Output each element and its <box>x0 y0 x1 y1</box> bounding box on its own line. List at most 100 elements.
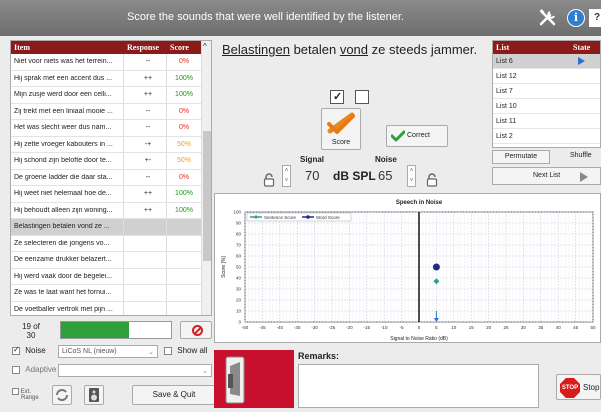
noise-select[interactable]: LiCoS NL (nieuw) ⌄ <box>58 345 158 358</box>
row-response: -- <box>145 107 151 115</box>
table-row[interactable]: Ze was te laat want het fornui... <box>11 285 211 302</box>
stop-button[interactable]: STOP Stop <box>556 374 601 400</box>
row-item: Hij sprak met een accent dus ... <box>14 74 113 82</box>
sentence-rows: Niet voor niets was het terrein... -- 0% Hi… <box>11 54 211 315</box>
table-row[interactable]: Ze selecteren die jongens vo... <box>11 235 211 252</box>
next-list-button[interactable]: Next List <box>492 167 601 185</box>
adaptive-label: Adaptive <box>25 365 57 374</box>
x-tick-label: -50 <box>242 325 249 330</box>
level-unit: dB SPL <box>333 169 376 183</box>
next-list-label: Next List <box>533 172 561 179</box>
column-header-item[interactable]: Item <box>14 43 30 52</box>
row-item: Hij werd vaak door de begelei... <box>14 272 113 280</box>
x-axis-label: Signal to Noise Ratio (dB) <box>390 336 448 342</box>
refresh-icon <box>56 389 68 401</box>
ext-range-checkbox[interactable] <box>12 388 19 395</box>
table-row[interactable]: Zij trekt met een liniaal mooie ... -- 0% <box>11 103 211 120</box>
noise-row: Noise <box>12 345 46 360</box>
sentence-keyword-1[interactable]: Belastingen <box>222 42 290 57</box>
table-row[interactable]: Belastingen betalen vond ze ... <box>11 219 211 236</box>
play-icon <box>580 172 588 182</box>
chart-title: Speech in Noise <box>396 200 443 206</box>
info-icon[interactable]: i <box>567 9 585 27</box>
scrollbar-thumb[interactable] <box>203 131 211 261</box>
row-response: ++ <box>143 206 153 214</box>
shuffle-label[interactable]: Shuffle <box>570 152 592 159</box>
signal-lock-icon[interactable] <box>262 173 276 187</box>
noise-stepper[interactable]: ˄ ˅ <box>407 165 416 187</box>
table-row[interactable]: Het was slecht weer dus nam... -- 0% <box>11 120 211 137</box>
noise-level-label: Noise <box>375 155 397 164</box>
table-row[interactable]: De groene ladder die daar sta... -- 0% <box>11 169 211 186</box>
abort-button[interactable] <box>180 321 212 339</box>
trial-counter: 19 of 30 <box>10 320 52 342</box>
row-item: Hij zette vroeger kabouters in ... <box>14 140 113 148</box>
x-tick-label: -40 <box>277 325 284 330</box>
tools-icon[interactable] <box>538 8 558 28</box>
row-score: 100% <box>175 91 193 98</box>
instruction-title: Score the sounds that were well identifi… <box>127 11 404 23</box>
show-all-checkbox[interactable] <box>164 346 172 355</box>
speaker-button[interactable] <box>84 385 104 405</box>
y-tick-label: 40 <box>236 276 242 281</box>
column-header-list[interactable]: List <box>496 43 509 52</box>
y-tick-label: 10 <box>236 309 242 314</box>
table-row[interactable]: Mijn zusje werd door een celli... ++ 100% <box>11 87 211 104</box>
correct-button[interactable]: Correct <box>386 125 448 147</box>
noise-checkbox[interactable] <box>12 345 20 355</box>
column-header-score[interactable]: Score <box>170 43 189 52</box>
list-item[interactable]: List 6 <box>493 54 600 69</box>
list-item[interactable]: List 2 <box>493 129 600 144</box>
table-row[interactable]: Hij schond zijn belofte door te... +- 50% <box>11 153 211 170</box>
list-item[interactable]: List 10 <box>493 99 600 114</box>
table-row[interactable]: Hij zette vroeger kabouters in ... -+ 50% <box>11 136 211 153</box>
row-response: -+ <box>144 140 152 148</box>
table-row[interactable]: De voetballer vertrok met pijn ... <box>11 301 211 315</box>
table-row[interactable]: Niet voor niets was het terrein... -- 0% <box>11 54 211 71</box>
permutate-button[interactable]: Permutate <box>492 150 550 164</box>
adaptive-checkbox[interactable] <box>12 365 20 374</box>
table-row[interactable]: Hij behoudt alleen zijn woning... ++ 100% <box>11 202 211 219</box>
signal-value[interactable]: 70 <box>305 168 319 183</box>
help-button[interactable]: ? <box>589 9 601 27</box>
table-row[interactable]: Hij weet niet helemaal hoe de... ++ 100% <box>11 186 211 203</box>
adaptive-row: Adaptive <box>12 365 56 379</box>
list-item[interactable]: List 11 <box>493 114 600 129</box>
remarks-label: Remarks: <box>298 351 340 361</box>
row-score: 100% <box>175 74 193 82</box>
list-item[interactable]: List 7 <box>493 84 600 99</box>
keyword-1-checkbox[interactable] <box>330 90 344 104</box>
calibrate-button[interactable] <box>52 385 72 405</box>
signal-stepper[interactable]: ˄ ˅ <box>282 165 291 187</box>
sentence-list: Item Response Score Niet voor niets was … <box>10 40 212 316</box>
sentence-list-scrollbar[interactable]: ^ <box>201 41 211 315</box>
table-row[interactable]: De eenzame drukker belazert... <box>11 252 211 269</box>
list-item-label: List 10 <box>496 103 517 110</box>
column-header-response[interactable]: Response <box>127 43 159 52</box>
score-button[interactable]: Score <box>321 108 361 150</box>
chevron-down-icon: ⌄ <box>202 368 208 375</box>
remarks-field[interactable] <box>298 364 539 408</box>
row-response: -- <box>145 124 151 131</box>
table-row[interactable]: Hij werd vaak door de begelei... <box>11 268 211 285</box>
noise-level-value[interactable]: 65 <box>378 168 392 183</box>
list-item[interactable]: List 12 <box>493 69 600 84</box>
y-tick-label: 50 <box>236 265 242 270</box>
x-tick-label: -20 <box>346 325 353 330</box>
adaptive-select[interactable]: ⌄ <box>58 364 212 377</box>
list-panel: List State List 6 List 12 List 7 List 10 Lis… <box>492 40 601 148</box>
row-score: 0% <box>178 124 190 131</box>
x-tick-label: 10 <box>451 325 457 330</box>
speaker-icon <box>89 388 99 402</box>
save-quit-button[interactable]: Save & Quit <box>132 385 216 405</box>
column-header-state[interactable]: State <box>573 43 590 52</box>
scroll-up-icon[interactable]: ^ <box>203 42 207 51</box>
noise-lock-icon[interactable] <box>425 173 439 187</box>
switch-icon[interactable] <box>225 356 245 404</box>
play-icon <box>578 57 585 65</box>
speech-in-noise-chart: -50 -45 -40 -35 -30 -25 -20 -15 -10 -5 0 5 10 15 20 25 3… <box>214 193 601 343</box>
keyword-2-checkbox[interactable] <box>355 90 369 104</box>
table-row[interactable]: Hij sprak met een accent dus ... ++ 100% <box>11 70 211 87</box>
y-tick-label: 100 <box>233 210 241 215</box>
sentence-keyword-2[interactable]: vond <box>340 42 368 57</box>
